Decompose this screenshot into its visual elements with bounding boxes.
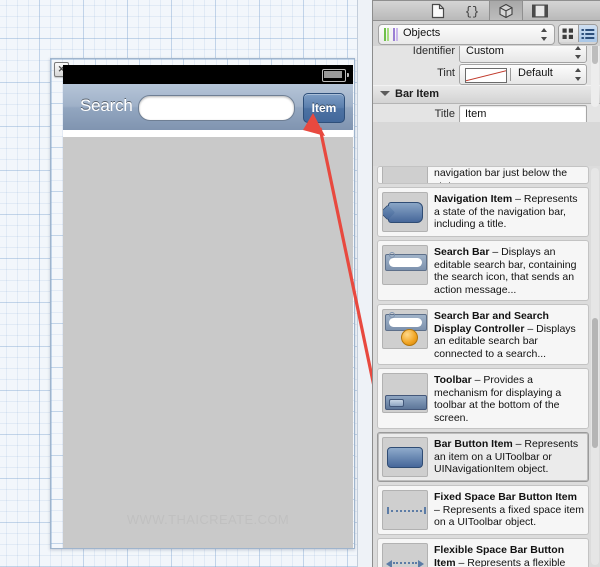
list-item-text: Bar Button Item – Represents an item on … xyxy=(434,437,584,477)
list-item-title: Bar Button Item xyxy=(434,438,513,450)
library-category-popup[interactable]: Objects xyxy=(378,24,555,45)
library-category-value: Objects xyxy=(403,27,441,39)
list-item-bar-button-item[interactable]: Bar Button Item – Represents an item on … xyxy=(377,432,589,482)
list-item-fixed-space-bar-button-item[interactable]: Fixed Space Bar Button Item – Represents… xyxy=(377,485,589,535)
inspector-row-title: Title Item xyxy=(373,104,600,122)
list-view-icon[interactable] xyxy=(578,25,597,42)
tint-popup-button[interactable]: Default xyxy=(459,64,587,85)
library-tab-bar[interactable]: {} xyxy=(373,0,600,21)
thumbnail xyxy=(382,167,428,183)
item-bar-button-label: Item xyxy=(311,101,337,115)
list-item-text: Search Bar and Search Display Controller… xyxy=(434,309,584,360)
color-swatch-icon[interactable] xyxy=(465,68,507,83)
item-bar-button[interactable]: Item xyxy=(303,93,345,123)
inspector-row-tint: Tint Default xyxy=(373,63,600,85)
disclosure-triangle-icon[interactable] xyxy=(380,91,390,96)
code-snippet-icon: {} xyxy=(465,5,479,18)
toolbar-thumb xyxy=(382,373,428,413)
device-preview: Search Item WWW.THAICREATE.COM xyxy=(63,65,353,548)
list-item-text: Search Bar – Displays an editable search… xyxy=(434,245,584,296)
navigation-item-thumb xyxy=(382,192,428,232)
field-label: Tint xyxy=(437,67,455,79)
search-input[interactable] xyxy=(138,95,295,121)
title-value: Item xyxy=(465,108,487,120)
list-item-text: Flexible Space Bar Button Item – Represe… xyxy=(434,543,584,567)
list-item-title: Search Bar xyxy=(434,246,490,258)
list-item-flexible-space-bar-button-item[interactable]: Flexible Space Bar Button Item – Represe… xyxy=(377,538,589,567)
objects-box-icon xyxy=(499,3,513,18)
list-item-desc: – Represents a fixed space item on a UIT… xyxy=(434,503,584,529)
identifier-value: Custom xyxy=(466,45,504,57)
list-item-text: Navigation Item – Represents a state of … xyxy=(434,192,584,232)
section-title: Bar Item xyxy=(395,88,440,100)
library-books-icon xyxy=(384,28,398,41)
divider xyxy=(510,68,511,81)
tab-media[interactable] xyxy=(523,1,557,20)
view-content-area[interactable]: WWW.THAICREATE.COM xyxy=(63,137,353,548)
library-view-toggle[interactable] xyxy=(558,24,598,45)
scene-window[interactable]: ✕ Search Item WWW.THAICREATE.COM xyxy=(50,58,355,549)
utilities-panel: Bar Button Item Style Bordered Identifie… xyxy=(372,0,600,567)
svg-text:{}: {} xyxy=(465,5,479,18)
inspector-section-bar-item[interactable]: Bar Item xyxy=(373,85,600,104)
list-item-toolbar[interactable]: Toolbar – Provides a mechanism for displ… xyxy=(377,368,589,429)
battery-icon xyxy=(322,69,349,82)
library-chooser-row: Objects xyxy=(373,21,600,46)
media-film-icon xyxy=(532,4,548,17)
list-item-navigation-item[interactable]: Navigation Item – Represents a state of … xyxy=(377,187,589,237)
tab-code-snippets[interactable]: {} xyxy=(455,1,489,20)
status-bar xyxy=(63,65,353,84)
list-item-title: Toolbar xyxy=(434,374,472,386)
library-object-list[interactable]: navigation bar just below the status... … xyxy=(373,166,600,567)
field-label: Title xyxy=(434,108,455,120)
chevron-updown-icon[interactable] xyxy=(541,27,548,42)
list-item-search-display-controller[interactable]: Search Bar and Search Display Controller… xyxy=(377,304,589,365)
search-label: Search xyxy=(80,96,133,115)
flexible-space-thumb xyxy=(382,543,428,567)
tint-value: Default xyxy=(518,67,553,79)
list-item-partial[interactable]: navigation bar just below the status... xyxy=(377,166,589,184)
nav-separator xyxy=(63,130,353,137)
grid-view-icon[interactable] xyxy=(559,25,579,42)
title-input[interactable]: Item xyxy=(459,105,587,122)
canvas-vertical-scrollbar[interactable] xyxy=(357,0,372,567)
screenshot-root: ✕ Search Item WWW.THAICREATE.COM Identif… xyxy=(0,0,600,567)
tab-objects[interactable] xyxy=(489,1,523,20)
navigation-bar[interactable]: Search Item xyxy=(63,84,353,131)
list-item-search-bar[interactable]: Search Bar – Displays an editable search… xyxy=(377,240,589,301)
search-bar-thumb xyxy=(382,245,428,285)
list-item-title: Navigation Item xyxy=(434,193,513,205)
chevron-updown-icon[interactable] xyxy=(575,67,582,82)
list-item-text: navigation bar just below the status... xyxy=(434,167,568,183)
watermark: WWW.THAICREATE.COM xyxy=(126,512,290,527)
list-item-text: Toolbar – Provides a mechanism for displ… xyxy=(434,373,584,424)
list-item-title: Fixed Space Bar Button Item xyxy=(434,491,577,503)
fixed-space-thumb xyxy=(382,490,428,530)
interface-builder-canvas[interactable]: ✕ Search Item WWW.THAICREATE.COM xyxy=(0,0,372,567)
scrollbar-thumb[interactable] xyxy=(592,318,598,448)
file-template-icon xyxy=(431,3,445,18)
field-label: Identifier xyxy=(412,45,455,57)
library-scrollbar[interactable] xyxy=(591,168,599,565)
search-display-controller-thumb xyxy=(382,309,428,349)
chevron-updown-icon[interactable] xyxy=(575,45,582,60)
tab-file-template[interactable] xyxy=(421,1,455,20)
list-item-text: Fixed Space Bar Button Item – Represents… xyxy=(434,490,584,530)
bar-button-item-thumb xyxy=(382,437,428,477)
